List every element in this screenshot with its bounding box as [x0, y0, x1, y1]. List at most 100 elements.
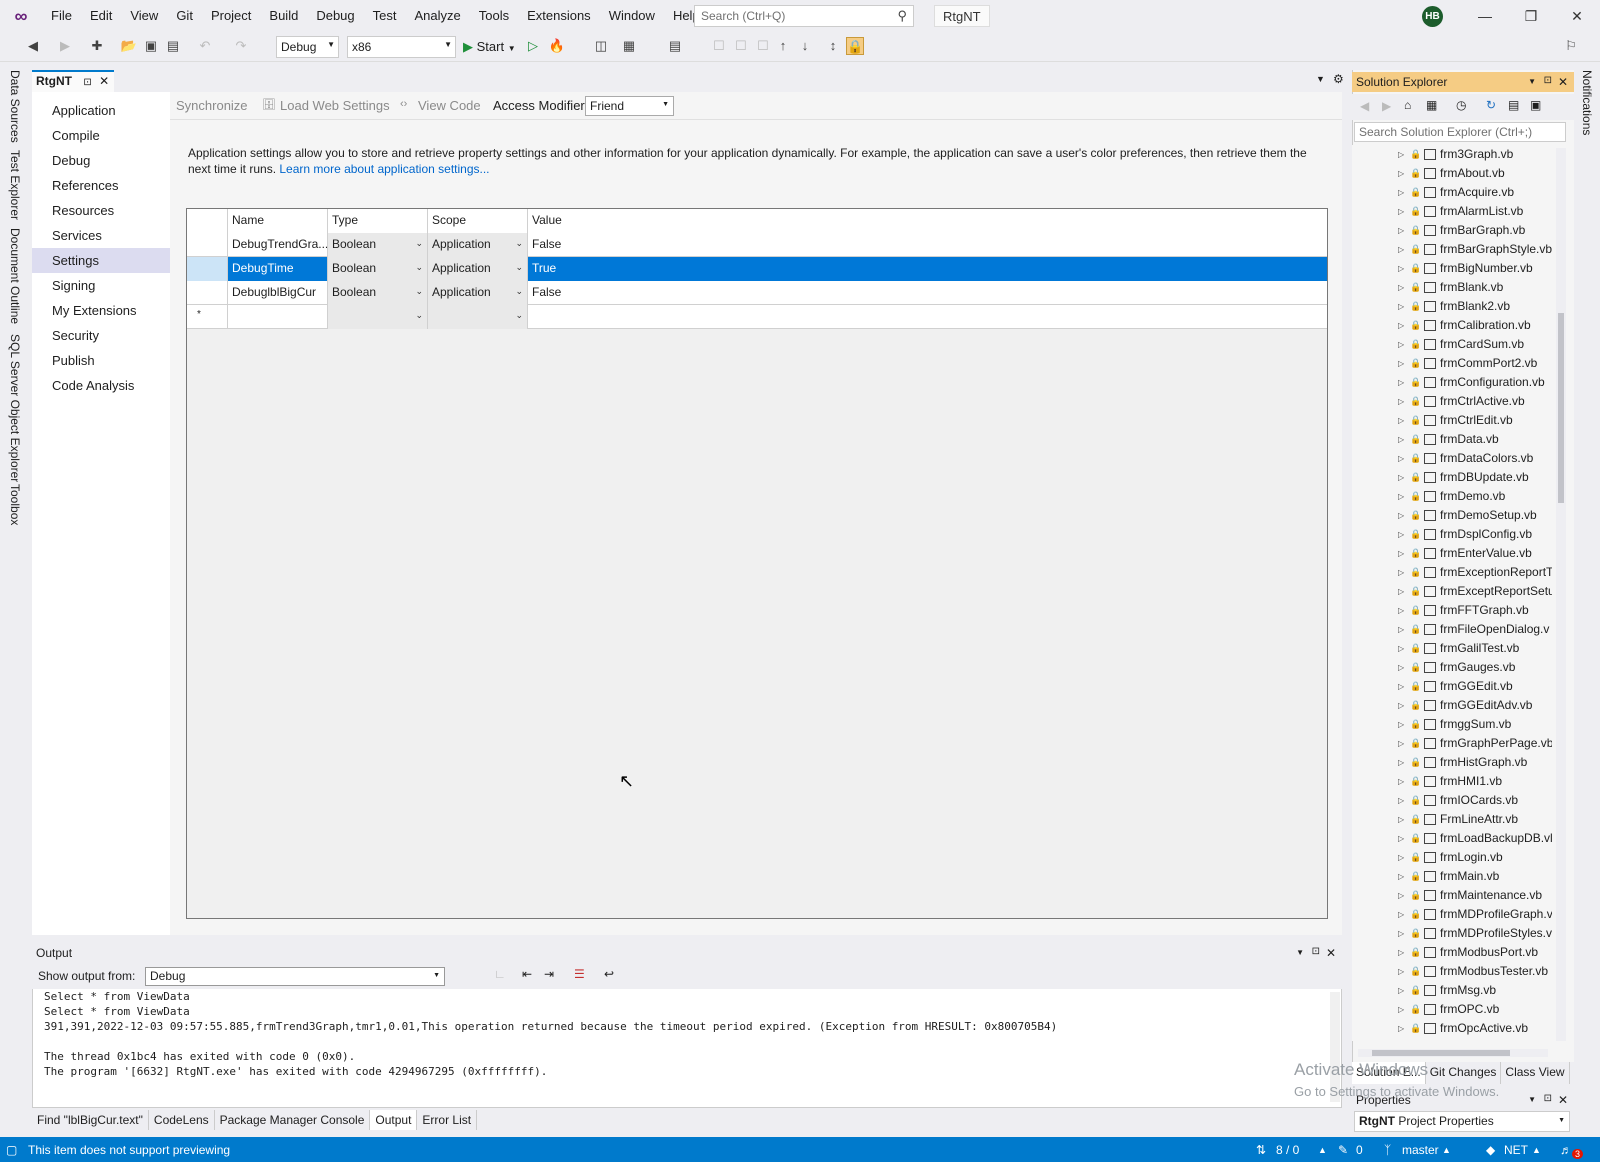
- forward-icon[interactable]: ▶: [1382, 99, 1391, 113]
- start-button[interactable]: ▶ Start ▼: [463, 39, 516, 55]
- load-web-settings-button[interactable]: Load Web Settings: [280, 98, 390, 113]
- expand-chevron-icon[interactable]: ▷: [1398, 449, 1404, 468]
- solution-search-input[interactable]: Search Solution Explorer (Ctrl+;): [1354, 122, 1566, 142]
- solution-explorer-tab[interactable]: Git Changes: [1426, 1062, 1502, 1084]
- chevron-up-icon[interactable]: ▲: [1318, 1145, 1327, 1155]
- setting-value-cell[interactable]: False: [528, 281, 1327, 305]
- tool-tab-notifications[interactable]: Notifications: [1580, 70, 1594, 135]
- search-input[interactable]: Search (Ctrl+Q) ⚲: [694, 5, 914, 27]
- new-row-name-cell[interactable]: [228, 305, 328, 329]
- nav-item-publish[interactable]: Publish: [32, 348, 170, 373]
- menu-edit[interactable]: Edit: [81, 0, 121, 32]
- nav-item-compile[interactable]: Compile: [32, 123, 170, 148]
- expand-chevron-icon[interactable]: ▷: [1398, 848, 1404, 867]
- document-tab[interactable]: RtgNT ⊡ ✕: [32, 70, 114, 92]
- tool-tab-document-outline[interactable]: Document Outline: [8, 228, 22, 324]
- bottom-tab[interactable]: Output: [370, 1110, 418, 1130]
- solution-file-item[interactable]: ▷ 🔒 frmCtrlActive.vb: [1352, 392, 1552, 411]
- solution-explorer-tab[interactable]: Class View: [1501, 1062, 1570, 1084]
- chevron-down-icon[interactable]: ▼: [1296, 948, 1304, 957]
- expand-chevron-icon[interactable]: ▷: [1398, 791, 1404, 810]
- feedback-icon[interactable]: ⚐: [1562, 37, 1580, 55]
- close-icon[interactable]: ✕: [99, 74, 109, 88]
- expand-chevron-icon[interactable]: ▷: [1398, 620, 1404, 639]
- prev-message-icon[interactable]: ⇤: [522, 967, 532, 981]
- avatar[interactable]: HB: [1422, 6, 1443, 27]
- menu-file[interactable]: File: [42, 0, 81, 32]
- nav-item-services[interactable]: Services: [32, 223, 170, 248]
- setting-type-select[interactable]: Boolean ⌄: [328, 257, 428, 281]
- redo-icon[interactable]: ↷: [232, 37, 250, 55]
- branch-name[interactable]: master: [1402, 1143, 1439, 1157]
- pending-changes-icon[interactable]: ◷: [1456, 98, 1466, 112]
- new-project-icon[interactable]: ✚: [88, 37, 106, 55]
- visual-studio-logo-icon[interactable]: ∞: [10, 5, 32, 27]
- expand-chevron-icon[interactable]: ▷: [1398, 392, 1404, 411]
- nav-item-signing[interactable]: Signing: [32, 273, 170, 298]
- nav-item-resources[interactable]: Resources: [32, 198, 170, 223]
- solution-file-item[interactable]: ▷ 🔒 frmMsg.vb: [1352, 981, 1552, 1000]
- solution-file-item[interactable]: ▷ 🔒 frmOpcActive.vb: [1352, 1019, 1552, 1038]
- forward-icon[interactable]: ▶: [56, 37, 74, 55]
- setting-scope-select[interactable]: Application ⌄: [428, 257, 528, 281]
- menu-build[interactable]: Build: [260, 0, 307, 32]
- output-source-select[interactable]: Debug ▼: [145, 967, 445, 986]
- undo-icon[interactable]: ↶: [196, 37, 214, 55]
- nav-item-security[interactable]: Security: [32, 323, 170, 348]
- nav-item-code-analysis[interactable]: Code Analysis: [32, 373, 170, 398]
- expand-chevron-icon[interactable]: ▷: [1398, 525, 1404, 544]
- solution-file-item[interactable]: ▷ 🔒 frmLoadBackupDB.vl: [1352, 829, 1552, 848]
- layout-icon[interactable]: ▦: [620, 37, 638, 55]
- pin-icon[interactable]: ⊡: [1544, 1093, 1552, 1104]
- expand-chevron-icon[interactable]: ▷: [1398, 297, 1404, 316]
- pending-edits[interactable]: 0: [1356, 1143, 1363, 1157]
- solution-file-item[interactable]: ▷ 🔒 frmMDProfileGraph.v: [1352, 905, 1552, 924]
- solution-file-item[interactable]: ▷ 🔒 frmDemoSetup.vb: [1352, 506, 1552, 525]
- save-icon[interactable]: ▣: [142, 37, 160, 55]
- restore-button[interactable]: ❐: [1508, 0, 1554, 32]
- close-icon[interactable]: ✕: [1558, 75, 1568, 89]
- chevron-down-icon[interactable]: ▼: [1528, 1095, 1536, 1104]
- expand-chevron-icon[interactable]: ▷: [1398, 829, 1404, 848]
- bottom-tab[interactable]: Find "lblBigCur.text": [32, 1110, 149, 1130]
- expand-chevron-icon[interactable]: ▷: [1398, 886, 1404, 905]
- nav-item-settings[interactable]: Settings: [32, 248, 170, 273]
- column-header-type[interactable]: Type: [328, 209, 428, 233]
- row-header[interactable]: [187, 281, 228, 305]
- expand-chevron-icon[interactable]: ▷: [1398, 316, 1404, 335]
- solution-file-item[interactable]: ▷ 🔒 frmHMI1.vb: [1352, 772, 1552, 791]
- solution-file-item[interactable]: ▷ 🔒 frmEnterValue.vb: [1352, 544, 1552, 563]
- expand-chevron-icon[interactable]: ▷: [1398, 677, 1404, 696]
- expand-chevron-icon[interactable]: ▷: [1398, 1019, 1404, 1038]
- solution-file-item[interactable]: ▷ 🔒 frmGraphPerPage.vb: [1352, 734, 1552, 753]
- home-icon[interactable]: ⌂: [1404, 98, 1411, 112]
- hscrollbar-thumb[interactable]: [1372, 1050, 1510, 1056]
- menu-tools[interactable]: Tools: [470, 0, 518, 32]
- expand-chevron-icon[interactable]: ▷: [1398, 563, 1404, 582]
- next-message-icon[interactable]: ⇥: [544, 967, 554, 981]
- new-row-scope-select[interactable]: ⌄: [428, 305, 528, 329]
- expand-chevron-icon[interactable]: ▷: [1398, 240, 1404, 259]
- platform-select[interactable]: x86 ▼: [347, 36, 456, 58]
- expand-chevron-icon[interactable]: ▷: [1398, 658, 1404, 677]
- setting-value-cell[interactable]: True: [528, 257, 1327, 281]
- solution-file-item[interactable]: ▷ 🔒 frmCardSum.vb: [1352, 335, 1552, 354]
- chevron-up-icon[interactable]: ▲: [1442, 1145, 1451, 1155]
- setting-type-select[interactable]: Boolean ⌄: [328, 281, 428, 305]
- expand-chevron-icon[interactable]: ▷: [1398, 582, 1404, 601]
- expand-chevron-icon[interactable]: ▷: [1398, 430, 1404, 449]
- expand-chevron-icon[interactable]: ▷: [1398, 715, 1404, 734]
- align-icon[interactable]: ↕: [824, 37, 842, 55]
- solution-file-item[interactable]: ▷ 🔒 frmBarGraphStyle.vb: [1352, 240, 1552, 259]
- solution-file-item[interactable]: ▷ 🔒 frmDsplConfig.vb: [1352, 525, 1552, 544]
- solution-file-item[interactable]: ▷ 🔒 frmExceptReportSetu: [1352, 582, 1552, 601]
- synchronize-button[interactable]: Synchronize: [176, 98, 248, 113]
- solution-file-item[interactable]: ▷ 🔒 FrmLineAttr.vb: [1352, 810, 1552, 829]
- menu-extensions[interactable]: Extensions: [518, 0, 600, 32]
- tool-tab-sql-server-object-explorer[interactable]: SQL Server Object Explorer: [8, 334, 22, 482]
- close-window-button[interactable]: ✕: [1554, 0, 1600, 32]
- expand-chevron-icon[interactable]: ▷: [1398, 411, 1404, 430]
- solution-tree-hscrollbar[interactable]: [1358, 1049, 1548, 1057]
- nav-item-my-extensions[interactable]: My Extensions: [32, 298, 170, 323]
- solution-file-item[interactable]: ▷ 🔒 frmGGEditAdv.vb: [1352, 696, 1552, 715]
